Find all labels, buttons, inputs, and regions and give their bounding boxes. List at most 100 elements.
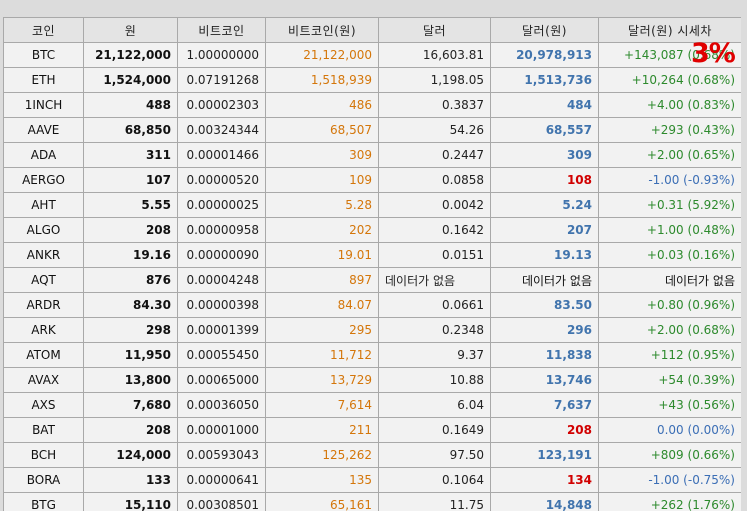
table-row[interactable]: BTC 21,122,000 1.00000000 21,122,000 16,603.… [3,42,742,68]
table-row[interactable]: AVAX 13,800 0.00065000 13,729 10.88 13,746 +54… [3,367,742,393]
cell-btc: 0.00036050 [177,392,266,418]
cell-coin: AAVE [3,117,84,143]
cell-btc-krw: 109 [265,167,379,193]
column-header-won[interactable]: 원 [83,17,178,43]
cell-btc: 0.00004248 [177,267,266,293]
cell-premium: +43 (0.56%) [598,392,742,418]
cell-coin: 1INCH [3,92,84,118]
cell-won: 68,850 [83,117,178,143]
cell-btc: 0.07191268 [177,67,266,93]
cell-btc-krw: 309 [265,142,379,168]
cell-won: 1,524,000 [83,67,178,93]
cell-btc: 0.00001466 [177,142,266,168]
cell-coin: ATOM [3,342,84,368]
column-header-usd[interactable]: 달러 [378,17,491,43]
cell-coin: ANKR [3,242,84,268]
cell-won: 133 [83,467,178,493]
price-table: 코인 원 비트코인 비트코인(원) 달러 달러(원) 달러(원) 시세차 BTC… [3,17,742,511]
cell-btc: 0.00000025 [177,192,266,218]
cell-btc-krw: 135 [265,467,379,493]
cell-usd-krw: 1,513,736 [490,67,599,93]
cell-coin: AHT [3,192,84,218]
cell-coin: BCH [3,442,84,468]
cell-usd: 16,603.81 [378,42,491,68]
cell-premium: +4.00 (0.83%) [598,92,742,118]
table-row[interactable]: BAT 208 0.00001000 211 0.1649 208 0.00 (0.00%) [3,417,742,443]
cell-usd: 0.0858 [378,167,491,193]
cell-usd-krw: 20,978,913 [490,42,599,68]
cell-usd: 0.0151 [378,242,491,268]
cell-btc-krw: 897 [265,267,379,293]
table-row[interactable]: ADA 311 0.00001466 309 0.2447 309 +2.00 (0.65%… [3,142,742,168]
cell-usd-krw: 19.13 [490,242,599,268]
cell-btc-krw: 7,614 [265,392,379,418]
cell-usd: 6.04 [378,392,491,418]
table-row[interactable]: AXS 7,680 0.00036050 7,614 6.04 7,637 +43 (0.5… [3,392,742,418]
cell-usd: 10.88 [378,367,491,393]
cell-btc-krw: 68,507 [265,117,379,143]
table-row[interactable]: ETH 1,524,000 0.07191268 1,518,939 1,198.05 1… [3,67,742,93]
cell-coin: AERGO [3,167,84,193]
cell-premium: -1.00 (-0.75%) [598,467,742,493]
table-row[interactable]: ALGO 208 0.00000958 202 0.1642 207 +1.00 (0.48… [3,217,742,243]
cell-btc-krw: 13,729 [265,367,379,393]
cell-btc-krw: 11,712 [265,342,379,368]
cell-usd: 0.1064 [378,467,491,493]
cell-btc: 0.00001000 [177,417,266,443]
table-row[interactable]: 1INCH 488 0.00002303 486 0.3837 484 +4.00 (0.8… [3,92,742,118]
cell-premium: +0.31 (5.92%) [598,192,742,218]
table-row[interactable]: BTG 15,110 0.00308501 65,161 11.75 14,848 +262… [3,492,742,511]
column-header-btc[interactable]: 비트코인 [177,17,266,43]
table-row[interactable]: ARK 298 0.00001399 295 0.2348 296 +2.00 (0.68%… [3,317,742,343]
cell-usd-krw: 83.50 [490,292,599,318]
cell-btc: 0.00055450 [177,342,266,368]
cell-coin: BTC [3,42,84,68]
cell-coin: ALGO [3,217,84,243]
cell-usd-krw: 11,838 [490,342,599,368]
table-row[interactable]: ARDR 84.30 0.00000398 84.07 0.0661 83.50 +0.80… [3,292,742,318]
table-row[interactable]: ATOM 11,950 0.00055450 11,712 9.37 11,838 +112… [3,342,742,368]
table-row[interactable]: AERGO 107 0.00000520 109 0.0858 108 -1.00 (-0.… [3,167,742,193]
cell-usd: 11.75 [378,492,491,511]
cell-usd-krw: 207 [490,217,599,243]
cell-usd-krw: 13,746 [490,367,599,393]
column-header-usd-krw[interactable]: 달러(원) [490,17,599,43]
cell-usd-krw: 108 [490,167,599,193]
cell-won: 19.16 [83,242,178,268]
cell-premium: +2.00 (0.68%) [598,317,742,343]
table-row[interactable]: AAVE 68,850 0.00324344 68,507 54.26 68,557 +29… [3,117,742,143]
table-header-row: 코인 원 비트코인 비트코인(원) 달러 달러(원) 달러(원) 시세차 [3,17,742,43]
cell-coin: ADA [3,142,84,168]
cell-usd: 0.3837 [378,92,491,118]
cell-won: 208 [83,417,178,443]
cell-usd-krw: 484 [490,92,599,118]
table-row[interactable]: BORA 133 0.00000641 135 0.1064 134 -1.00 (-0.7… [3,467,742,493]
cell-btc-krw: 5.28 [265,192,379,218]
cell-btc-krw: 125,262 [265,442,379,468]
cell-premium: +293 (0.43%) [598,117,742,143]
table-row[interactable]: AHT 5.55 0.00000025 5.28 0.0042 5.24 +0.31 (5.… [3,192,742,218]
cell-usd-krw: 123,191 [490,442,599,468]
cell-btc: 0.00000090 [177,242,266,268]
table-row[interactable]: AQT 876 0.00004248 897 데이터가 없음 데이터가 없음 데이터가 없음 [3,267,742,293]
cell-premium: 0.00 (0.00%) [598,417,742,443]
cell-won: 298 [83,317,178,343]
cell-won: 11,950 [83,342,178,368]
cell-btc-krw: 202 [265,217,379,243]
premium-badge: 3% [691,38,736,69]
cell-usd: 0.2348 [378,317,491,343]
column-header-btc-krw[interactable]: 비트코인(원) [265,17,379,43]
cell-usd-krw: 208 [490,417,599,443]
cell-usd-krw: 7,637 [490,392,599,418]
cell-usd: 0.1649 [378,417,491,443]
scrollbar[interactable] [741,0,747,511]
cell-btc-krw: 1,518,939 [265,67,379,93]
cell-won: 311 [83,142,178,168]
table-row[interactable]: BCH 124,000 0.00593043 125,262 97.50 123,191 +… [3,442,742,468]
cell-btc: 0.00065000 [177,367,266,393]
cell-coin: AXS [3,392,84,418]
table-row[interactable]: ANKR 19.16 0.00000090 19.01 0.0151 19.13 +0.03… [3,242,742,268]
cell-usd: 0.0042 [378,192,491,218]
column-header-coin[interactable]: 코인 [3,17,84,43]
price-comparison-window: 코인 원 비트코인 비트코인(원) 달러 달러(원) 달러(원) 시세차 BTC… [0,0,747,511]
